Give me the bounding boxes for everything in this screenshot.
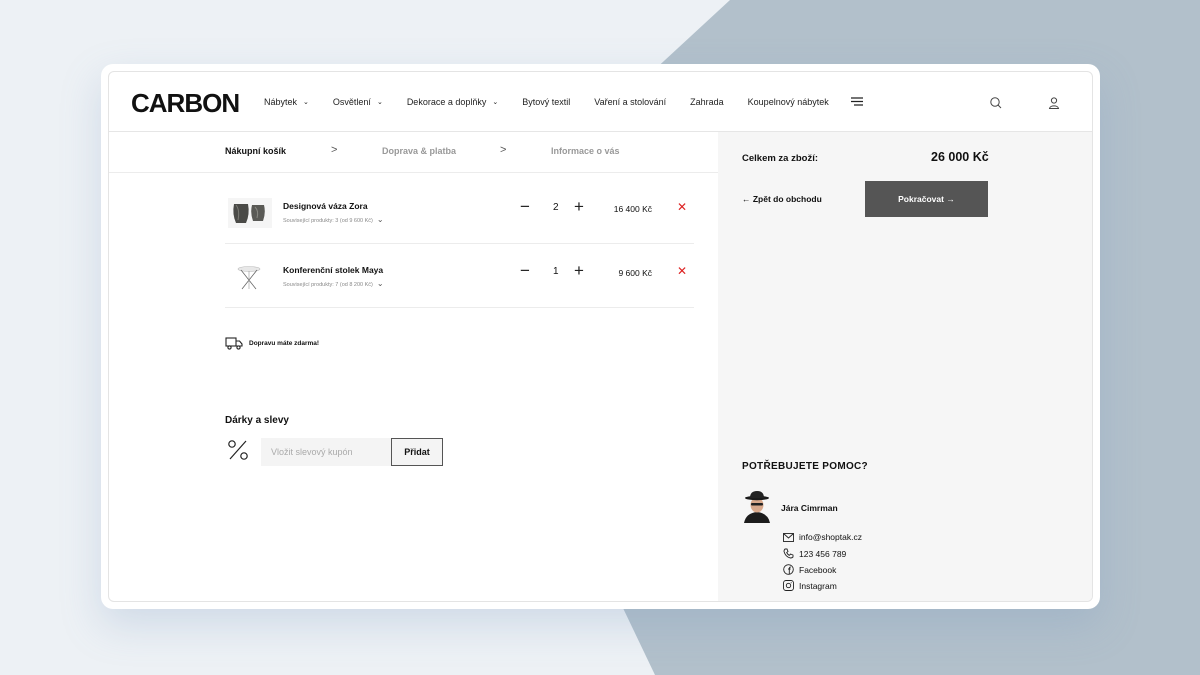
- chevron-down-icon: ⌄: [376, 99, 383, 106]
- nav-label: Zahrada: [690, 97, 724, 107]
- related-text: Související produkty: 7 (od 8 200 Kč): [283, 282, 373, 288]
- quantity-value: 2: [553, 202, 559, 213]
- menu-icon[interactable]: [850, 93, 863, 111]
- phone-text: 123 456 789: [799, 548, 847, 559]
- facebook-icon: [783, 564, 794, 575]
- contact-email[interactable]: info@shoptak.cz: [783, 532, 862, 542]
- item-price: 9 600 Kč: [618, 268, 652, 278]
- browser-frame: CARBON Nábytek ⌄ Osvětlení ⌄ Dekorace a …: [101, 64, 1100, 609]
- step-shipping[interactable]: Doprava & platba: [382, 146, 456, 156]
- nav-label: Nábytek: [264, 97, 298, 107]
- order-summary-panel: Celkem za zboží: 26 000 Kč ← Zpět do obc…: [718, 132, 1092, 601]
- product-name[interactable]: Konferenční stolek Maya: [283, 265, 383, 275]
- nav-label: Dekorace a doplňky: [406, 97, 487, 107]
- facebook-text: Facebook: [799, 564, 837, 575]
- chevron-down-icon: ⌄: [376, 215, 384, 224]
- chevron-down-icon: ⌄: [303, 99, 309, 106]
- back-to-shop-link[interactable]: ← Zpět do obchodu: [742, 194, 822, 204]
- step-cart[interactable]: Nákupní košík: [225, 146, 286, 156]
- contact-facebook[interactable]: Facebook: [783, 564, 836, 575]
- free-shipping-notice: Dopravu máte zdarma!: [225, 336, 319, 350]
- nav-item-bytovy-textil[interactable]: Bytový textil: [522, 97, 570, 107]
- quantity-decrease-button[interactable]: −: [520, 262, 530, 279]
- quantity-increase-button[interactable]: +: [574, 262, 584, 279]
- chevron-down-icon: ⌄: [376, 279, 384, 288]
- vase-thumbnail[interactable]: [228, 198, 272, 228]
- quantity-value: 1: [553, 266, 559, 277]
- cart-item: Designová váza Zora Související produkty…: [225, 180, 694, 244]
- contact-instagram[interactable]: Instagram: [783, 580, 837, 591]
- mail-icon: [783, 532, 794, 542]
- nav-label: Osvětlení: [332, 97, 371, 107]
- product-name[interactable]: Designová váza Zora: [283, 201, 368, 211]
- nav-item-vareni[interactable]: Vaření a stolování: [594, 97, 666, 107]
- step-separator: >: [500, 144, 507, 156]
- gifts-title: Dárky a slevy: [225, 415, 289, 426]
- nav-label: Bytový textil: [522, 97, 571, 107]
- site-header: CARBON Nábytek ⌄ Osvětlení ⌄ Dekorace a …: [109, 72, 1092, 132]
- continue-button[interactable]: Pokračovat →: [865, 181, 988, 217]
- related-text: Související produkty: 3 (od 9 600 Kč): [283, 218, 373, 224]
- help-title: POTŘEBUJETE POMOC?: [742, 461, 868, 472]
- item-price: 16 400 Kč: [613, 204, 652, 214]
- nav-item-zahrada[interactable]: Zahrada: [690, 97, 724, 107]
- email-text: info@shoptak.cz: [799, 532, 862, 542]
- remove-item-button[interactable]: ✕: [677, 200, 687, 214]
- nav-item-koupelnovy[interactable]: Koupelnový nábytek: [748, 97, 829, 107]
- step-info[interactable]: Informace o vás: [551, 146, 620, 156]
- percent-icon: [228, 440, 248, 460]
- instagram-text: Instagram: [799, 580, 837, 591]
- chevron-down-icon: ⌄: [492, 99, 499, 106]
- contact-phone[interactable]: 123 456 789: [783, 548, 846, 559]
- step-separator: >: [331, 144, 338, 156]
- nav-label: Vaření a stolování: [594, 97, 667, 107]
- agent-name: Jára Cimrman: [781, 503, 838, 513]
- remove-item-button[interactable]: ✕: [677, 264, 687, 278]
- nav-label: Koupelnový nábytek: [747, 97, 829, 107]
- coupon-input[interactable]: [261, 438, 391, 466]
- cart-item: Konferenční stolek Maya Související prod…: [225, 244, 694, 308]
- truck-icon: [225, 337, 243, 350]
- nav-item-dekorace[interactable]: Dekorace a doplňky ⌄: [407, 97, 498, 107]
- carbon-logo[interactable]: CARBON: [131, 88, 240, 119]
- total-value: 26 000 Kč: [931, 150, 989, 164]
- free-shipping-text: Dopravu máte zdarma!: [249, 339, 320, 347]
- nav-item-nabytek[interactable]: Nábytek ⌄: [264, 97, 309, 107]
- total-label: Celkem za zboží:: [742, 153, 819, 164]
- main-nav: Nábytek ⌄ Osvětlení ⌄ Dekorace a doplňky…: [264, 72, 863, 132]
- table-thumbnail[interactable]: [228, 262, 272, 292]
- add-coupon-button[interactable]: Přidat: [391, 438, 443, 466]
- related-products[interactable]: Související produkty: 3 (od 9 600 Kč) ⌄: [283, 215, 384, 224]
- phone-icon: [783, 548, 794, 559]
- search-icon[interactable]: [989, 96, 1003, 110]
- nav-item-osvetleni[interactable]: Osvětlení ⌄: [333, 97, 383, 107]
- related-products[interactable]: Související produkty: 7 (od 8 200 Kč) ⌄: [283, 279, 384, 288]
- quantity-decrease-button[interactable]: −: [520, 198, 530, 215]
- page-window: CARBON Nábytek ⌄ Osvětlení ⌄ Dekorace a …: [108, 71, 1093, 602]
- instagram-icon: [783, 580, 794, 591]
- agent-avatar: [742, 489, 772, 523]
- checkout-steps: Nákupní košík > Doprava & platba > Infor…: [109, 132, 718, 173]
- quantity-increase-button[interactable]: +: [574, 198, 584, 215]
- cart-main: Nákupní košík > Doprava & platba > Infor…: [109, 132, 718, 601]
- user-icon[interactable]: [1047, 96, 1061, 110]
